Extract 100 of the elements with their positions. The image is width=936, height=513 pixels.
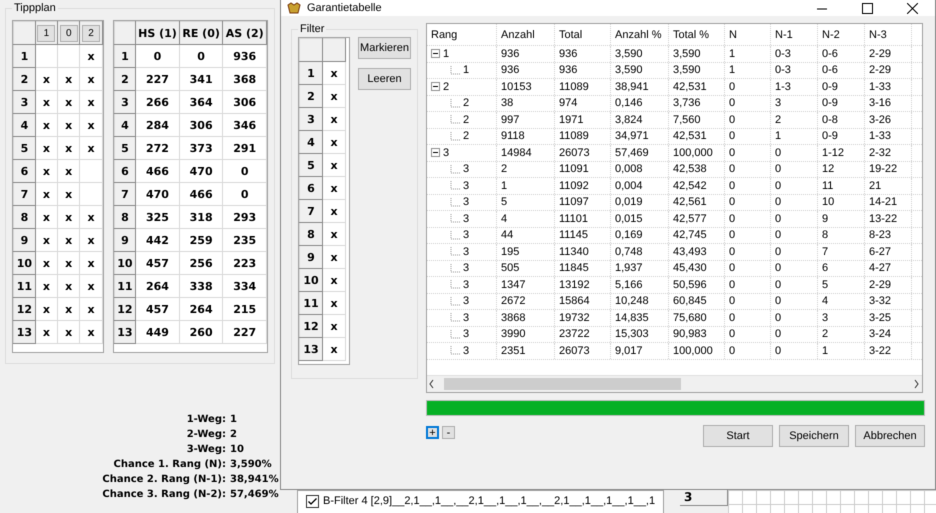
grid-cell: 338: [179, 274, 223, 298]
grid-cell: 0: [222, 182, 266, 206]
table-cell: 3-25: [865, 310, 912, 326]
grid-cell: x: [322, 84, 346, 108]
table-cell: 42,538: [669, 162, 725, 177]
table-cell: 0: [725, 277, 771, 292]
table-cell: 0,146: [611, 96, 669, 111]
table-cell: 3,590: [611, 62, 669, 78]
table-cell: 3-32: [865, 294, 912, 309]
tree-line: [450, 313, 460, 322]
table-cell: 11097: [555, 194, 611, 210]
table-cell: 4: [818, 294, 865, 309]
table-cell: 997: [497, 112, 555, 128]
row-header: 2: [300, 84, 322, 108]
grid-cell: x: [322, 268, 346, 292]
column-header[interactable]: 0: [60, 24, 78, 42]
grid-cell: 223: [222, 252, 266, 274]
grid-cell: 284: [136, 114, 180, 136]
action-button[interactable]: Abbrechen: [855, 425, 925, 447]
table-cell: 1: [725, 62, 771, 78]
grid-cell: x: [80, 228, 102, 252]
table-cell: 3,590: [669, 62, 725, 78]
rank-text: 2: [443, 80, 450, 93]
grid-cell: x: [322, 292, 346, 314]
rank-text: 3: [463, 229, 470, 242]
grid-cell: x: [80, 298, 102, 320]
tree-line: [450, 247, 460, 256]
checkbox[interactable]: [306, 495, 319, 508]
small-button[interactable]: +: [426, 426, 439, 439]
table-cell: 0: [725, 294, 771, 309]
close-icon[interactable]: [907, 2, 918, 14]
table-cell: 2-29: [865, 62, 912, 78]
row-header: 5: [300, 154, 322, 176]
table-cell: 1: [725, 46, 771, 62]
row-header: 11: [300, 292, 322, 314]
column-header: AS (2): [222, 22, 266, 44]
table-cell: 505: [497, 260, 555, 276]
grid-cell: 291: [222, 136, 266, 160]
table-cell: 1: [497, 178, 555, 194]
column-header[interactable]: N-3: [865, 24, 912, 45]
row-header: 7: [14, 182, 36, 206]
table-cell: 0,008: [611, 162, 669, 177]
column-header[interactable]: Anzahl: [497, 24, 555, 45]
collapse-icon[interactable]: [431, 82, 440, 92]
column-header[interactable]: N-1: [771, 24, 818, 45]
table-cell: 0,169: [611, 228, 669, 243]
stat-label: Chance 2. Rang (N-1):: [101, 473, 226, 487]
table-cell: 3990: [497, 326, 555, 342]
table-cell: 9,017: [611, 343, 669, 358]
column-header[interactable]: Total: [555, 24, 611, 45]
tree-line: [450, 115, 460, 124]
column-header[interactable]: Total %: [669, 24, 725, 45]
table-cell: 2: [771, 112, 818, 128]
filter-button[interactable]: Leeren: [358, 68, 411, 90]
column-header[interactable]: N: [725, 24, 771, 45]
action-button[interactable]: Start: [703, 425, 773, 447]
rank-text: 3: [463, 163, 470, 176]
column-header: RE (0): [179, 22, 223, 44]
grid-cell: x: [35, 114, 58, 136]
table-cell: 1-12: [818, 145, 865, 160]
collapse-icon[interactable]: [431, 49, 440, 58]
row-header: 11: [114, 274, 136, 298]
horizontal-scrollbar[interactable]: [427, 375, 922, 392]
table-cell: 0: [725, 326, 771, 342]
list-item[interactable]: B-Filter 4 [2,9]__2,1__,1__,__2,1__,1__,1__,__2,1__,1__,1__,1__,1: [323, 493, 656, 507]
grid-cell: x: [35, 182, 58, 206]
table-cell: 1-33: [865, 79, 912, 94]
table-cell: 7,560: [669, 112, 725, 128]
collapse-icon[interactable]: [431, 148, 440, 158]
table-cell: 3,590: [669, 46, 725, 62]
table-cell: 0-9: [818, 96, 865, 111]
table-cell: 42,531: [669, 128, 725, 144]
table-cell: 6: [818, 260, 865, 276]
column-header[interactable]: N-2: [818, 24, 865, 45]
maximize-icon[interactable]: [862, 2, 873, 14]
table-cell: 0-3: [771, 46, 818, 62]
grid-cell: x: [35, 298, 58, 320]
table-cell: 3-24: [865, 326, 912, 342]
grid-cell: x: [35, 320, 58, 344]
rank-text: 1: [463, 64, 470, 76]
table-cell: 0: [725, 96, 771, 111]
column-header[interactable]: 2: [82, 24, 100, 42]
filter-button[interactable]: Markieren: [358, 37, 411, 59]
table-cell: 1971: [555, 112, 611, 128]
rank-text: 2: [463, 114, 470, 126]
small-button[interactable]: -: [442, 426, 455, 439]
table-cell: 4: [497, 211, 555, 226]
table-cell: 8-23: [865, 228, 912, 243]
action-button[interactable]: Speichern: [779, 425, 849, 447]
row-header: 3: [114, 90, 136, 114]
stat-value: 3,590%: [230, 458, 273, 472]
rank-text: 1: [443, 48, 450, 60]
table-cell: 936: [497, 62, 555, 78]
row-header: 8: [114, 206, 136, 228]
rank-text: 2: [463, 130, 470, 142]
column-header[interactable]: 1: [37, 24, 56, 42]
column-header[interactable]: Anzahl %: [611, 24, 669, 45]
grid-cell: x: [58, 274, 80, 298]
table-cell: 11: [818, 178, 865, 194]
column-header[interactable]: Rang: [427, 24, 497, 45]
